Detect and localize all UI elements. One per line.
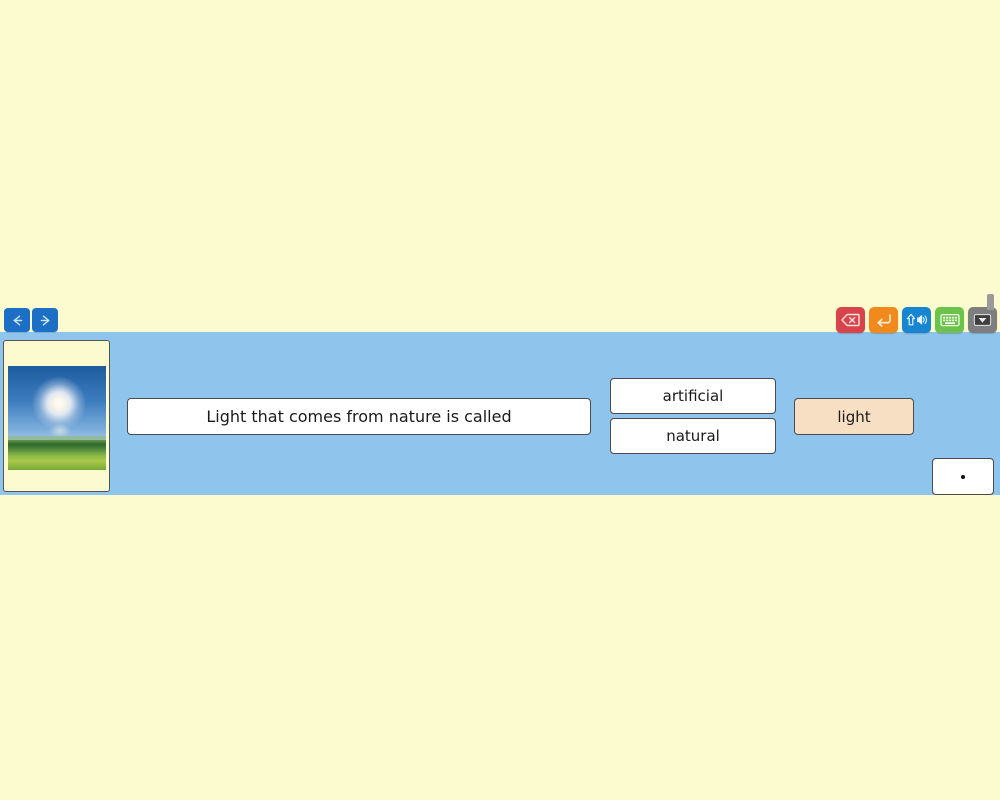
- keyboard-toolbar: [836, 294, 997, 333]
- nav-back-button[interactable]: [4, 308, 30, 332]
- keyboard-icon: [939, 313, 960, 327]
- punctuation-tile[interactable]: [932, 458, 994, 495]
- option-tile-natural[interactable]: natural: [610, 418, 776, 454]
- enter-button[interactable]: [869, 307, 898, 333]
- word-tile-light[interactable]: light: [794, 398, 914, 435]
- sentence-tile[interactable]: Light that comes from nature is called: [127, 398, 591, 435]
- period-dot-icon: [961, 474, 965, 479]
- backspace-icon: [841, 313, 860, 327]
- hide-keyboard-icon: [973, 313, 992, 327]
- photo-field: [8, 436, 106, 470]
- delete-button[interactable]: [836, 307, 865, 333]
- shift-speaker-icon: [906, 313, 927, 327]
- arrow-left-icon: [10, 314, 25, 327]
- picture-card[interactable]: [3, 340, 110, 492]
- nav-forward-button[interactable]: [32, 308, 58, 332]
- hide-keyboard-button[interactable]: [968, 294, 997, 333]
- shift-speak-button[interactable]: [902, 307, 931, 333]
- enter-return-icon: [875, 313, 893, 328]
- sun-over-field-photo: [8, 366, 106, 470]
- keyboard-button[interactable]: [935, 307, 964, 333]
- option-tile-artificial[interactable]: artificial: [610, 378, 776, 414]
- navigation-bar: [4, 308, 58, 332]
- arrow-right-icon: [38, 314, 53, 327]
